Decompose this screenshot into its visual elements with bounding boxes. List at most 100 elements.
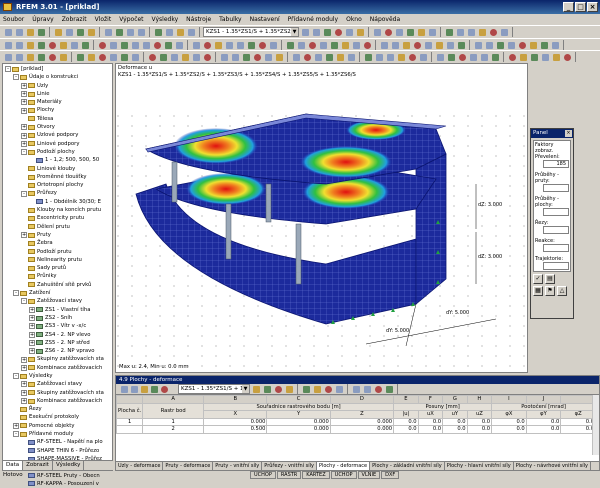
expand-icon[interactable]: + (21, 364, 27, 371)
status-snap-button[interactable]: UCHOP (250, 471, 276, 479)
tree-node[interactable]: - Výsledky (3, 372, 112, 380)
toolbar-icon[interactable] (318, 40, 328, 50)
table-scrollbar[interactable] (592, 395, 599, 455)
expand-icon[interactable]: + (21, 232, 27, 239)
toolbar-icon[interactable] (285, 40, 295, 50)
toolbar-icon[interactable] (484, 40, 494, 50)
toolbar-icon[interactable] (263, 52, 273, 62)
toolbar-icon[interactable] (313, 52, 323, 62)
tab-surfaces-principal-forces[interactable]: Plochy - hlavní vnitřní síly (445, 462, 514, 470)
toolbar-icon[interactable] (159, 384, 169, 394)
menu-vlozit[interactable]: Vložit (95, 14, 112, 25)
toolbar-icon[interactable] (273, 384, 283, 394)
toolbar-icon[interactable] (405, 27, 415, 37)
collapse-icon[interactable]: - (13, 431, 19, 438)
toolbar-icon[interactable] (322, 27, 332, 37)
check-icon[interactable]: ✓ (533, 274, 543, 284)
expand-icon[interactable]: + (21, 124, 27, 131)
cell[interactable]: 0.0 (560, 425, 596, 434)
menu-vypocet[interactable]: Výpočet (119, 14, 143, 25)
tree-node[interactable]: + ZS4 - 2. NP vlevo (3, 331, 112, 339)
toolbar-icon[interactable] (383, 27, 393, 37)
toolbar-icon[interactable] (401, 40, 411, 50)
collapse-icon[interactable]: - (21, 298, 27, 305)
chevron-down-icon[interactable]: ▼ (291, 28, 298, 36)
toolbar-icon[interactable] (141, 40, 151, 50)
cell[interactable]: 0.0 (491, 425, 527, 434)
toolbar-icon[interactable] (334, 384, 344, 394)
cell[interactable]: 0.0 (393, 425, 419, 434)
toolbar-icon[interactable] (499, 27, 509, 37)
toolbar-icon[interactable] (423, 40, 433, 50)
toolbar-icon[interactable] (324, 52, 334, 62)
toolbar-icon[interactable] (379, 40, 389, 50)
toolbar-icon[interactable] (53, 27, 63, 37)
toolbar-icon[interactable] (384, 384, 394, 394)
table-row[interactable]: 1 1 0.000 0.000 0.000 0.0 0.0 0.0 0.0 0.… (116, 417, 596, 426)
toolbar-icon[interactable] (14, 27, 24, 37)
toolbar-icon[interactable] (158, 52, 168, 62)
toolbar-icon[interactable] (479, 52, 489, 62)
tree-node[interactable]: 1 - Obdélník 30/30; E (3, 198, 112, 206)
toolbar-icon[interactable] (246, 40, 256, 50)
expand-icon[interactable]: + (21, 132, 27, 139)
cell[interactable]: 0.500 (203, 425, 268, 434)
toolbar-icon[interactable] (539, 40, 549, 50)
toolbar-icon[interactable] (174, 40, 184, 50)
tree-node[interactable]: Proměnné tloušťky (3, 173, 112, 181)
toolbar-icon[interactable] (164, 27, 174, 37)
tree-node[interactable]: - [priklad] (3, 65, 112, 73)
toolbar-icon[interactable] (257, 40, 267, 50)
toolbar-icon[interactable] (427, 27, 437, 37)
tab-surfaces-basic-forces[interactable]: Plochy - základní vnitřní síly (370, 462, 445, 470)
toolbar-icon[interactable] (251, 384, 261, 394)
tree-node[interactable]: - Zatěžovací stavy (3, 297, 112, 305)
factor-icon[interactable]: △ (557, 286, 567, 296)
close-icon[interactable]: × (565, 130, 572, 137)
tree-node[interactable]: Zahuštění sítě prvků (3, 281, 112, 289)
toolbar-icon[interactable] (25, 27, 35, 37)
expand-icon[interactable]: + (29, 323, 35, 330)
toolbar-icon[interactable] (418, 52, 428, 62)
cell[interactable]: 0.000 (203, 417, 268, 426)
tree-node[interactable]: + ZS5 - 2. NP střed (3, 339, 112, 347)
tree-node[interactable]: + ZS3 - Vítr v -x/c (3, 322, 112, 330)
menu-pridavne-moduly[interactable]: Přídavné moduly (288, 14, 338, 25)
expand-icon[interactable]: + (21, 82, 27, 89)
toolbar-icon[interactable] (311, 27, 321, 37)
collapse-icon[interactable]: - (21, 149, 27, 156)
expand-icon[interactable]: + (21, 398, 27, 405)
toolbar-icon[interactable] (180, 52, 190, 62)
expand-icon[interactable]: + (21, 91, 27, 98)
toolbar-icon[interactable] (373, 384, 383, 394)
cell[interactable]: 0.0 (393, 417, 419, 426)
toolbar-icon[interactable] (230, 52, 240, 62)
toolbar-icon[interactable] (108, 40, 118, 50)
cell[interactable]: 0.0 (442, 417, 468, 426)
toolbar-icon[interactable] (284, 384, 294, 394)
toolbar-icon[interactable] (302, 52, 312, 62)
tab-surfaces-deformation[interactable]: Plochy - deformace (316, 462, 371, 470)
expand-icon[interactable]: + (29, 339, 35, 346)
tree-node[interactable]: - Průřezy (3, 189, 112, 197)
toolbar-icon[interactable] (301, 384, 311, 394)
cell[interactable]: 0.000 (329, 425, 395, 434)
collapse-icon[interactable]: - (13, 290, 19, 297)
maximize-button[interactable]: □ (575, 2, 586, 12)
table-load-combo[interactable]: KZS1 - 1.35*ZS1/S + 1 ▼ (178, 384, 250, 394)
toolbar-icon[interactable] (468, 52, 478, 62)
tree-node[interactable]: Podloží prutu (3, 248, 112, 256)
toolbar-icon[interactable] (108, 52, 118, 62)
toolbar-icon[interactable] (412, 40, 422, 50)
status-cartesian-button[interactable]: KARTEZ (302, 471, 330, 479)
tree-node[interactable]: + Pruty (3, 231, 112, 239)
toolbar-icon[interactable] (490, 52, 500, 62)
toolbar-icon[interactable] (58, 40, 68, 50)
expand-icon[interactable]: + (21, 99, 27, 106)
toolbar-icon[interactable] (191, 40, 201, 50)
status-grid-button[interactable]: RASTR (276, 471, 302, 479)
expand-icon[interactable]: + (21, 356, 27, 363)
toolbar-icon[interactable] (529, 52, 539, 62)
expand-icon[interactable]: + (29, 315, 35, 322)
toolbar-icon[interactable] (213, 40, 223, 50)
